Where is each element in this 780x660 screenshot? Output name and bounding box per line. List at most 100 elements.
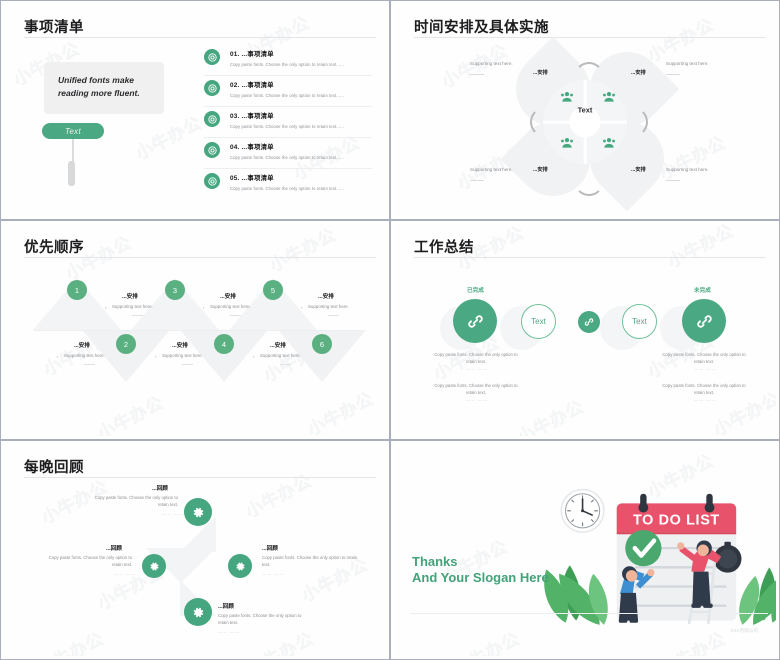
slide-deck: 小牛办公 小牛办公 小牛办公 小牛办公 事项清单 Unified fonts m… [0,0,780,660]
link-icon-circle-todo[interactable] [682,299,726,343]
gear-icon-bottom[interactable] [184,598,212,626]
list-item[interactable]: 05. ...事项清单 Copy paste fonts. Choose the… [204,170,372,200]
quadrant-label: ...安排 [631,167,646,173]
checklist: 01. ...事项清单 Copy paste fonts. Choose the… [204,46,372,201]
divider-dash [132,315,143,316]
bullet-dot: ▪ [253,354,255,359]
quadrant-label: ...安排 [631,70,646,76]
target-icon [204,142,220,158]
arc-left [530,107,560,137]
list-item-title: 05. ...事项清单 [230,175,274,182]
review-text-bottom: Copy paste fonts. Choose the only option… [218,613,302,625]
people-icon [602,136,616,150]
text-circle-right[interactable]: Text [622,304,657,339]
review-text-right: Copy paste fonts. Choose the only option… [262,555,358,567]
divider-dash [328,315,339,316]
list-item-title: 04. ...事项清单 [230,144,274,151]
bullet-dot: ▪ [105,305,107,310]
step-support: Supporting text here. [210,304,251,309]
divider-dash [470,74,484,75]
quadrant-label: ...安排 [533,167,548,173]
bullet-dot: ▪ [57,354,59,359]
text-button[interactable]: Text [42,123,104,139]
step-label: ...安排 [220,294,236,300]
gear-icon-left[interactable] [142,554,166,578]
target-icon [204,111,220,127]
review-text-top: Copy paste fonts. Choose the only option… [94,495,178,507]
list-item-title: 01. ...事项清单 [230,51,274,58]
divider-dash: —— —— [262,571,285,576]
link-icon-circle-mid[interactable] [578,311,600,333]
divider-dash: —— —— [694,397,717,402]
gear-icon-right[interactable] [228,554,252,578]
footer-company: XXX有限公司 [730,628,758,633]
review-text-left: Copy paste fonts. Choose the only option… [48,555,132,567]
divider-dash: —— —— [694,366,717,371]
diamond-shape [180,548,216,584]
divider-dash [470,180,484,181]
list-item[interactable]: 02. ...事项清单 Copy paste fonts. Choose the… [204,77,372,107]
text-circle-left[interactable]: Text [521,304,556,339]
list-item[interactable]: 04. ...事项清单 Copy paste fonts. Choose the… [204,139,372,169]
arc-bottom [574,166,604,196]
roller-head-icon [68,161,75,186]
quadrant-label: ...安排 [533,70,548,76]
page-title: 优先顺序 [24,240,84,256]
link-icon-circle-done[interactable] [453,299,497,343]
step-number[interactable]: 2 [116,334,136,354]
list-item-desc: Copy paste fonts. Choose the only option… [230,155,344,160]
thanks-line-1: Thanks [412,554,458,569]
arc-right [618,107,648,137]
slide-schedule[interactable]: 小牛办公 小牛办公 小牛办公 小牛办公 时间安排及具体实施 Text ...安排… [390,0,780,220]
step-support: Supporting text here. [162,353,203,358]
list-item-title: 03. ...事项清单 [230,113,274,120]
step-label: ...安排 [74,343,90,349]
page-title: 事项清单 [24,20,84,36]
step-label: ...安排 [318,294,334,300]
slide-summary[interactable]: 小牛办公 小牛办公 小牛办公 小牛办公 小牛办公 小牛办公 工作总结 已完成 未… [390,220,780,440]
bubble-text: Unified fonts make reading more fluent. [58,75,140,98]
divider-dash: —— —— [466,397,489,402]
step-support: Supporting text here. [112,304,153,309]
divider-dash [84,364,95,365]
bullet-dot: ▪ [203,305,205,310]
divider-dash [280,364,291,365]
divider-dash [182,364,193,365]
list-item-title: 02. ...事项清单 [230,82,274,89]
step-number[interactable]: 6 [312,334,332,354]
list-item-desc: Copy paste fonts. Choose the only option… [230,124,344,129]
page-title: 每晚回顾 [24,460,84,476]
people-icon [602,90,616,104]
list-item-desc: Copy paste fonts. Choose the only option… [230,62,344,67]
footer-divider [410,613,768,614]
divider-dash: —— —— [466,366,489,371]
slide-priority[interactable]: 小牛办公 小牛办公 小牛办公 小牛办公 小牛办公 小牛办公 优先顺序 1 2 3 [0,220,390,440]
status-todo-label: 未完成 [694,288,711,294]
slide-thanks[interactable]: 小牛办公 小牛办公 小牛办公 小牛办公 TO DO LIST Thanks An… [390,440,780,660]
divider-dash: —— —— [162,511,185,516]
step-number[interactable]: 3 [165,280,185,300]
page-title: 工作总结 [414,240,474,256]
bullet-dot: ▪ [155,354,157,359]
list-item[interactable]: 01. ...事项清单 Copy paste fonts. Choose the… [204,46,372,76]
people-icon [560,136,574,150]
step-number[interactable]: 1 [67,280,87,300]
step-number[interactable]: 5 [263,280,283,300]
arc-top [574,62,604,92]
step-number[interactable]: 4 [214,334,234,354]
step-label: ...安排 [270,343,286,349]
target-icon [204,173,220,189]
target-icon [204,49,220,65]
target-icon [204,80,220,96]
slide-checklist[interactable]: 小牛办公 小牛办公 小牛办公 小牛办公 事项清单 Unified fonts m… [0,0,390,220]
todo-title-text: TO DO LIST [633,513,720,529]
summary-text: Copy paste fonts. Choose the only option… [434,383,518,396]
review-label-left: ...回顾 [106,546,122,552]
status-done-label: 已完成 [467,288,484,294]
slide-review[interactable]: 小牛办公 小牛办公 小牛办公 小牛办公 小牛办公 小牛办公 每晚回顾 ...回顾… [0,440,390,660]
step-support: Supporting text here. [308,304,349,309]
gear-icon-top[interactable] [184,498,212,526]
divider-dash [666,74,680,75]
list-item[interactable]: 03. ...事项清单 Copy paste fonts. Choose the… [204,108,372,138]
page-title: 时间安排及具体实施 [414,20,549,36]
